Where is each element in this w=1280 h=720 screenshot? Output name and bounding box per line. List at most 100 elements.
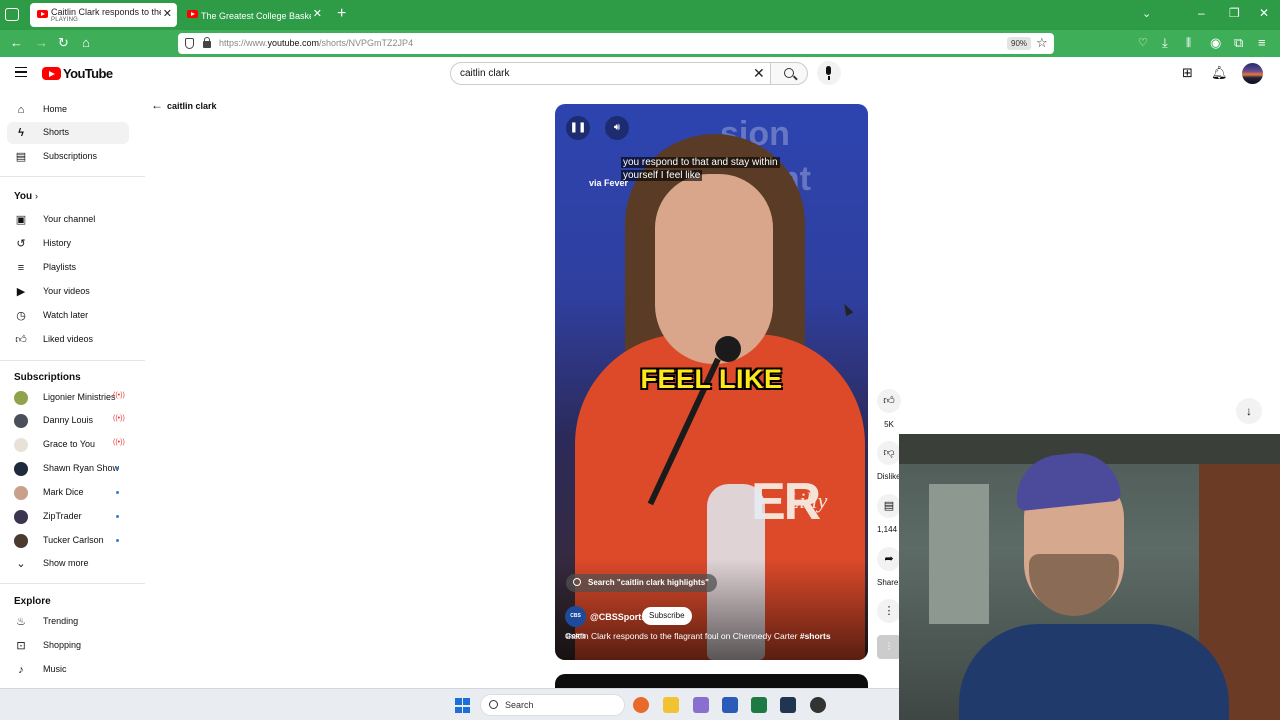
search-icon: [573, 578, 581, 586]
snipping-tool-icon[interactable]: [693, 697, 709, 713]
file-explorer-icon[interactable]: [663, 697, 679, 713]
reload-icon[interactable]: ↻: [58, 36, 69, 50]
share-button[interactable]: ➦: [877, 547, 901, 571]
sidebar-item-music[interactable]: ♪ Music: [7, 659, 129, 681]
taskbar-search[interactable]: Search: [480, 694, 625, 716]
channel-handle[interactable]: @CBSSports: [590, 612, 646, 622]
sidebar-item-your-videos[interactable]: ▶ Your videos: [7, 281, 129, 303]
short-title[interactable]: Caitlin Clark responds to the flagrant f…: [565, 631, 831, 641]
more-actions-button[interactable]: ⋮: [877, 599, 901, 623]
thumbs-up-icon: 👍︎: [883, 395, 895, 407]
tab-close-icon[interactable]: ✕: [313, 8, 322, 20]
subscription-item[interactable]: Shawn Ryan Show: [7, 458, 129, 480]
app-icon[interactable]: [810, 697, 826, 713]
youtube-wordmark[interactable]: YouTube: [63, 66, 113, 81]
new-content-dot-icon: [116, 515, 119, 518]
bookmark-star-icon[interactable]: ☆: [1036, 35, 1048, 51]
url-text[interactable]: https://www.youtube.com/shorts/NVPGmTZ2J…: [219, 38, 413, 48]
subscription-item[interactable]: Tucker Carlson: [7, 530, 129, 552]
shorts-video-player[interactable]: sion ent ER Lilly via Fever ❚❚ 🔊︎ you re…: [555, 104, 868, 660]
address-bar[interactable]: https://www.youtube.com/shorts/NVPGmTZ2J…: [178, 33, 1054, 54]
sidebar-item-shorts[interactable]: ϟ Shorts: [7, 122, 129, 144]
tab-close-icon[interactable]: ✕: [163, 8, 172, 20]
voice-search-icon[interactable]: [817, 61, 841, 85]
pause-icon[interactable]: ❚❚: [566, 116, 590, 140]
more-vert-icon: ⋮: [883, 605, 895, 617]
new-content-dot-icon: [116, 539, 119, 542]
comment-icon: ▤: [883, 500, 895, 512]
sidebar-item-history[interactable]: ↺ History: [7, 233, 129, 255]
tab-list-icon[interactable]: [5, 8, 19, 21]
sound-thumbnail[interactable]: ⫶: [877, 635, 901, 659]
subscription-item[interactable]: Grace to You ((•)): [7, 434, 129, 456]
youtube-logo-icon[interactable]: [42, 67, 61, 80]
zoom-level[interactable]: 90%: [1007, 37, 1032, 50]
sidebar-item-subscriptions[interactable]: ▤ Subscriptions: [7, 146, 129, 168]
volume-icon[interactable]: 🔊︎: [605, 116, 629, 140]
firefox-icon[interactable]: [633, 697, 649, 713]
sidebar-item-label: Mark Dice: [43, 487, 84, 497]
forward-icon[interactable]: →: [35, 36, 48, 50]
restore-icon[interactable]: ❐: [1229, 6, 1240, 20]
create-video-icon[interactable]: ⊞: [1182, 66, 1193, 80]
word-icon[interactable]: [722, 697, 738, 713]
music-icon: ♪: [18, 664, 24, 676]
subscription-item[interactable]: Ligonier Ministries ((•)): [7, 387, 129, 409]
notifications-bell-icon[interactable]: 🔔︎: [1211, 66, 1228, 80]
home-browser-icon[interactable]: ⌂: [82, 36, 90, 50]
user-avatar[interactable]: [1242, 63, 1263, 84]
sidebar-item-shopping[interactable]: ⊡ Shopping: [7, 635, 129, 657]
you-heading[interactable]: You ›: [14, 191, 38, 202]
related-search-chip[interactable]: Search "caitlin clark highlights": [566, 574, 717, 592]
back-to-search-icon[interactable]: ←: [151, 99, 163, 111]
like-button[interactable]: 👍︎: [877, 389, 901, 413]
search-button[interactable]: [770, 62, 808, 85]
tab-active[interactable]: Caitlin Clark responds to the fla PLAYIN…: [30, 3, 177, 27]
windows-start-icon[interactable]: [455, 698, 470, 713]
sidebar-item-your-channel[interactable]: ▣ Your channel: [7, 209, 129, 231]
search-query[interactable]: caitlin clark: [460, 68, 509, 79]
sidebar-item-label: Your channel: [43, 214, 96, 224]
tab-inactive[interactable]: The Greatest College Basketball ✕: [180, 3, 327, 27]
sidebar-item-trending[interactable]: ♨ Trending: [7, 611, 129, 633]
lock-icon[interactable]: [203, 37, 211, 48]
library-icon[interactable]: ⫼: [1186, 36, 1191, 50]
comment-count: 1,144: [877, 525, 898, 534]
sidebar-item-label: Subscriptions: [43, 151, 98, 161]
comments-button[interactable]: ▤: [877, 494, 901, 518]
subscription-item[interactable]: ZipTrader: [7, 506, 129, 528]
app-icon[interactable]: [780, 697, 796, 713]
new-tab-button[interactable]: +: [337, 5, 346, 23]
account-icon[interactable]: ◉: [1210, 36, 1221, 50]
back-icon[interactable]: ←: [10, 36, 23, 50]
dislike-button[interactable]: 👎︎: [877, 441, 901, 465]
shorts-search-query[interactable]: caitlin clark: [167, 101, 217, 111]
tracking-shield-icon[interactable]: [185, 38, 194, 49]
clear-search-icon[interactable]: ✕: [753, 66, 765, 80]
sidebar-item-watch-later[interactable]: ◷ Watch later: [7, 305, 129, 327]
close-window-icon[interactable]: ✕: [1259, 6, 1269, 20]
webcam-window: [929, 484, 989, 624]
guide-menu-icon[interactable]: [15, 67, 27, 77]
subscription-item[interactable]: Mark Dice: [7, 482, 129, 504]
search-input[interactable]: caitlin clark ✕: [450, 62, 771, 85]
pocket-icon[interactable]: ♡: [1138, 36, 1148, 50]
extensions-icon[interactable]: ⧉: [1234, 36, 1243, 50]
subscribe-button[interactable]: Subscribe: [642, 607, 692, 625]
show-more-button[interactable]: ⌄ Show more: [7, 553, 129, 575]
subscription-item[interactable]: Danny Louis ((•)): [7, 410, 129, 432]
sidebar-item-label: Ligonier Ministries: [43, 392, 116, 402]
minimize-icon[interactable]: –: [1198, 6, 1205, 20]
next-short-down-arrow-icon[interactable]: ↓: [1236, 398, 1262, 424]
sidebar-item-home[interactable]: ⌂ Home: [7, 99, 129, 121]
channel-avatar[interactable]: CBS SPORTS: [565, 606, 586, 640]
sidebar-item-playlists[interactable]: ≡ Playlists: [7, 257, 129, 279]
windows-taskbar: Search: [0, 688, 899, 720]
taskbar-search-label: Search: [505, 700, 534, 710]
excel-icon[interactable]: [751, 697, 767, 713]
closed-caption: you respond to that and stay within yours…: [621, 157, 780, 181]
downloads-icon[interactable]: ⤓: [1162, 36, 1168, 50]
tab-overflow-chevron-icon[interactable]: ⌄: [1142, 7, 1151, 20]
app-menu-icon[interactable]: ≡: [1258, 36, 1266, 50]
sidebar-item-liked-videos[interactable]: 👍︎ Liked videos: [7, 329, 129, 351]
